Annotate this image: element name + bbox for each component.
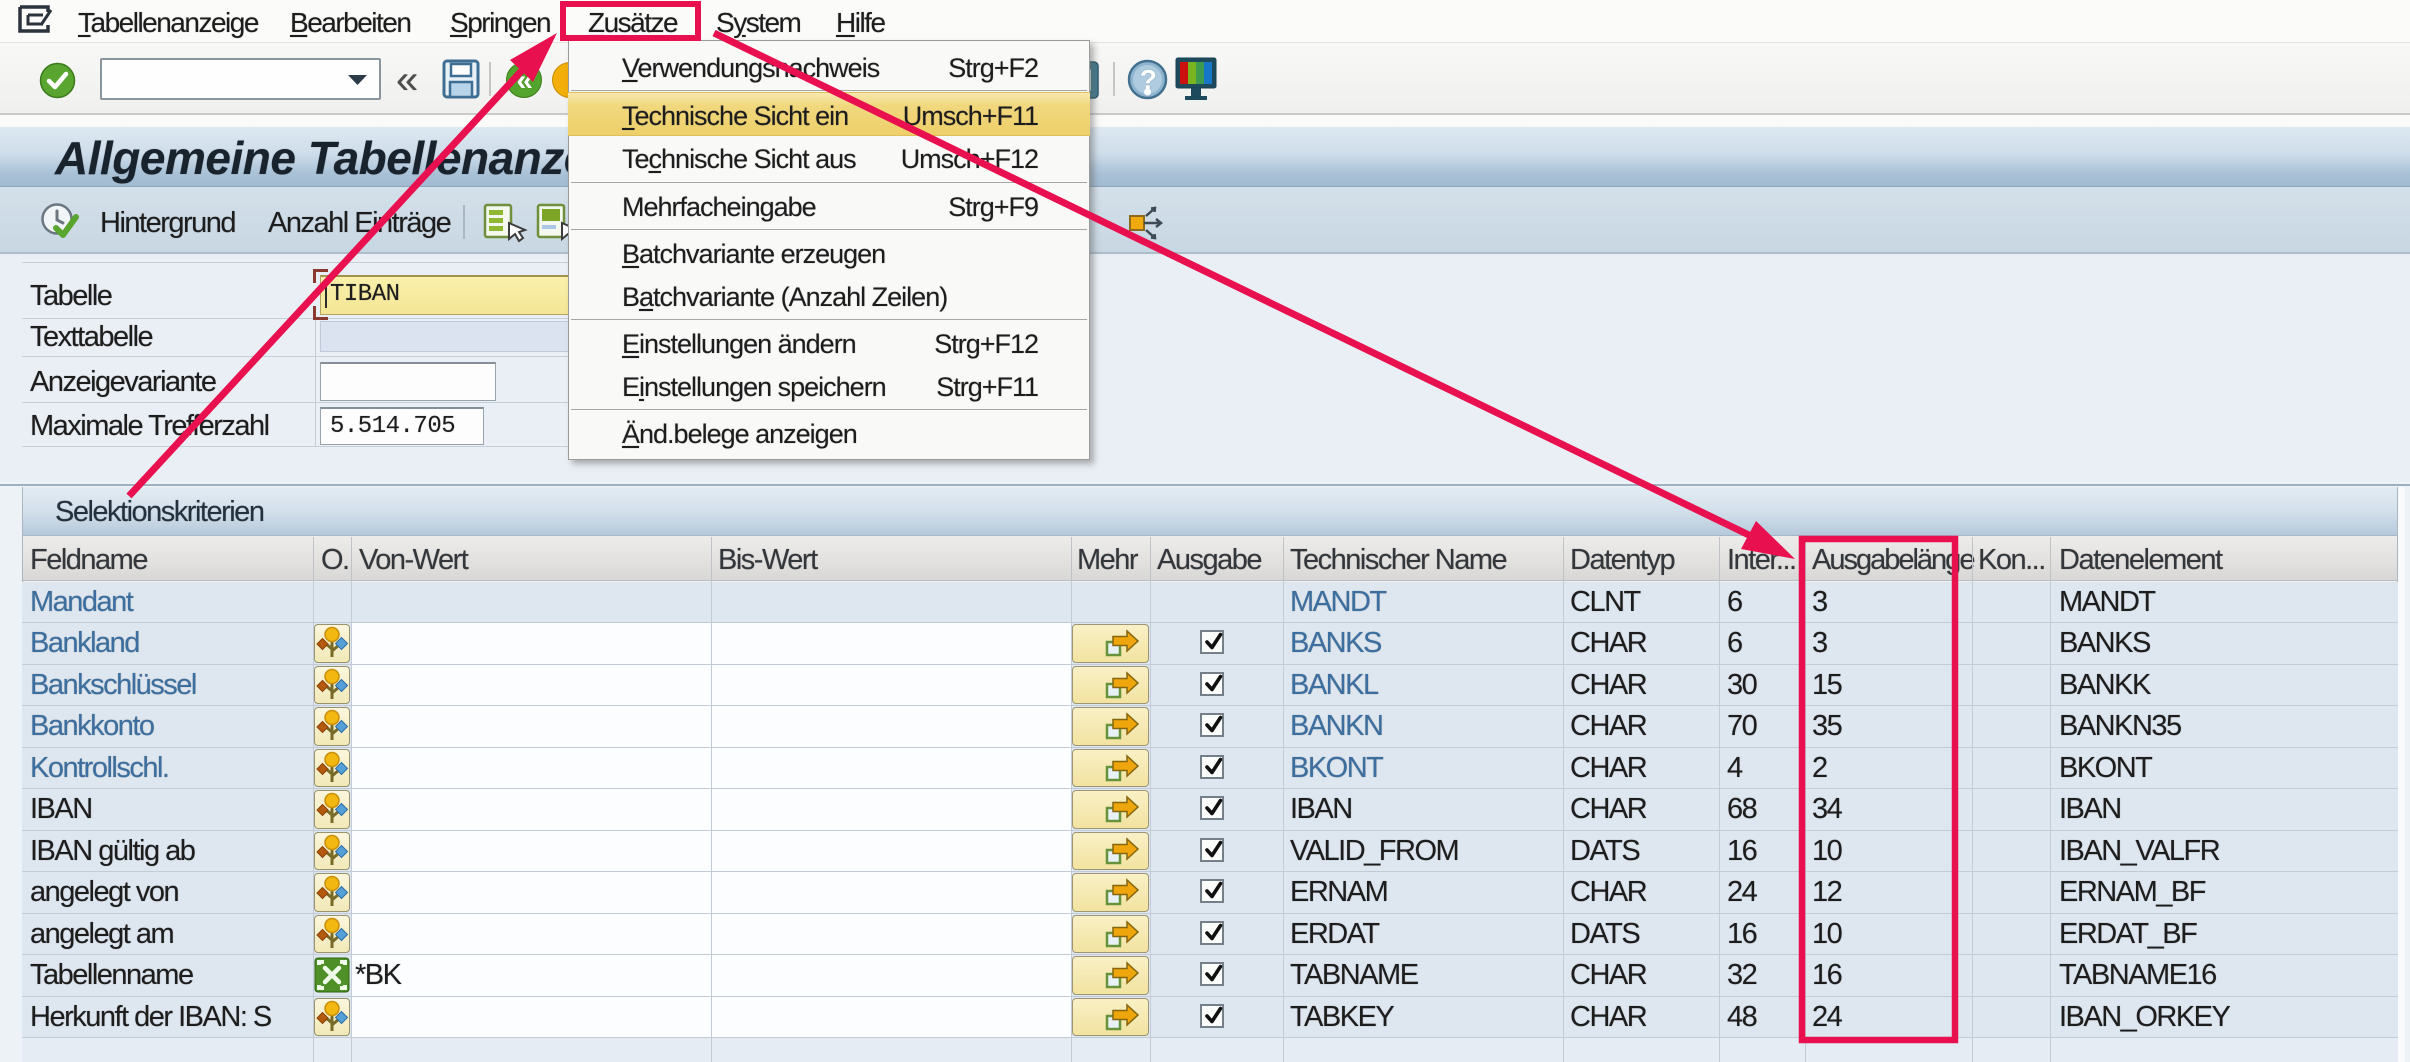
svg-text:«: « — [516, 64, 532, 97]
